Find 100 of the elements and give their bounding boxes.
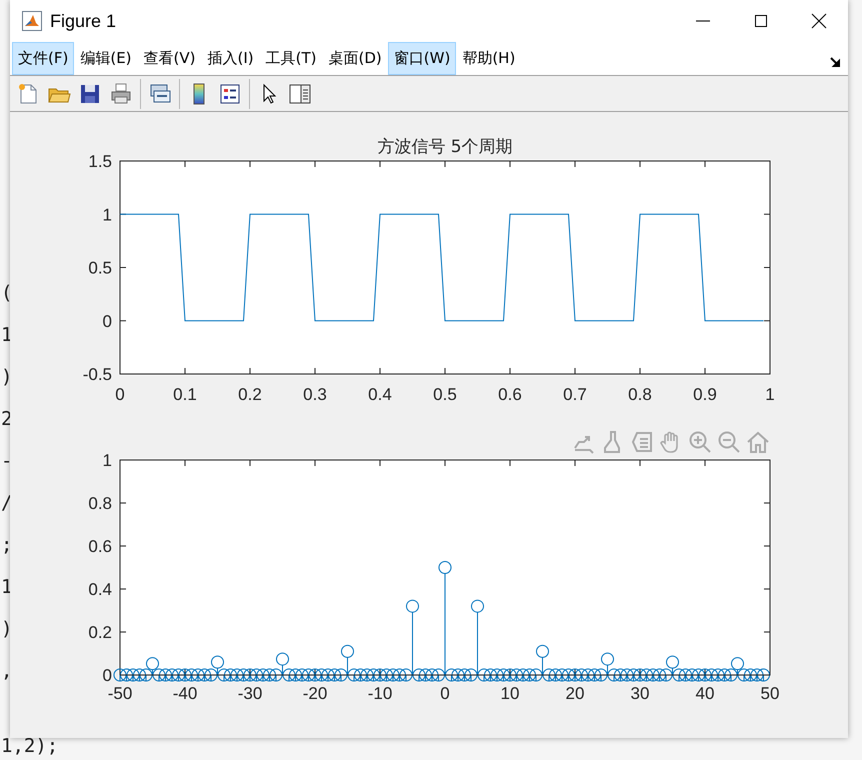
stem-marker bbox=[172, 668, 185, 682]
tick-label: 0.4 bbox=[368, 385, 392, 402]
stem-marker bbox=[562, 668, 575, 682]
stem-marker bbox=[634, 668, 646, 682]
stem-marker bbox=[718, 668, 731, 682]
tick-label: -20 bbox=[302, 684, 328, 703]
tick-label: 1 bbox=[102, 205, 112, 224]
stem-marker bbox=[712, 668, 724, 682]
tick-label: 0.6 bbox=[88, 537, 112, 556]
printer-icon[interactable] bbox=[109, 82, 133, 106]
code-text: ; bbox=[1, 533, 12, 558]
stem-marker bbox=[724, 668, 738, 682]
stem-marker bbox=[556, 668, 568, 682]
tick-label: 0.2 bbox=[238, 385, 262, 402]
code-text: / bbox=[1, 491, 12, 516]
stem-marker bbox=[237, 668, 250, 682]
tick-label: 1.5 bbox=[88, 152, 112, 171]
stem-marker bbox=[178, 668, 192, 682]
tick-label: 0.7 bbox=[563, 385, 587, 402]
code-text: 1,2); bbox=[1, 736, 58, 756]
stem-marker bbox=[490, 668, 504, 682]
stem-marker bbox=[140, 668, 152, 682]
stem-marker bbox=[510, 668, 523, 682]
tick-label: 0.5 bbox=[88, 258, 112, 278]
stem-marker bbox=[744, 668, 757, 682]
code-text: ) bbox=[1, 365, 12, 390]
stem-marker bbox=[582, 668, 594, 682]
tick-label: 0.6 bbox=[498, 385, 522, 402]
stem-marker bbox=[698, 668, 712, 682]
tick-label: 30 bbox=[630, 684, 650, 703]
stem-marker bbox=[497, 668, 510, 682]
tick-label: 0.2 bbox=[88, 623, 112, 642]
stem-marker bbox=[367, 668, 380, 682]
tick-label: -0.5 bbox=[82, 365, 112, 384]
tick-label: 1 bbox=[102, 451, 112, 470]
tick-label: 10 bbox=[500, 684, 520, 703]
tick-label: 0 bbox=[102, 312, 112, 331]
stem-marker bbox=[386, 668, 400, 682]
stem-marker bbox=[738, 668, 750, 682]
menu-item[interactable]: 插入(I) bbox=[202, 42, 260, 75]
stem-marker bbox=[575, 668, 588, 682]
stem-marker bbox=[620, 668, 634, 682]
tick-label: 0.1 bbox=[173, 385, 197, 402]
tick-label: 40 bbox=[696, 684, 714, 703]
menu-item[interactable]: 查看(V) bbox=[138, 42, 202, 75]
stem-marker bbox=[750, 668, 764, 682]
code-text: ) bbox=[1, 617, 12, 642]
stem-marker bbox=[250, 668, 263, 682]
tick-label: 0.8 bbox=[88, 494, 112, 513]
stem-marker bbox=[114, 668, 126, 682]
tick-label: -50 bbox=[108, 684, 132, 703]
menu-item[interactable]: 桌面(D) bbox=[322, 42, 388, 75]
tick-label: 0.3 bbox=[303, 385, 327, 402]
legend-icon[interactable] bbox=[218, 82, 242, 106]
menu-item[interactable]: 工具(T) bbox=[260, 42, 323, 75]
stem-marker bbox=[646, 668, 660, 682]
stem-marker bbox=[159, 668, 172, 682]
tick-label: -10 bbox=[368, 684, 392, 703]
zoom-in-icon[interactable] bbox=[688, 430, 712, 454]
stem-marker bbox=[126, 668, 140, 682]
chart-title: 方波信号 5个周期 bbox=[377, 137, 513, 157]
stem-marker bbox=[256, 668, 270, 682]
menu-item[interactable]: 窗口(W) bbox=[388, 42, 456, 75]
stem-marker bbox=[133, 668, 146, 682]
code-text: ( bbox=[1, 281, 12, 306]
stem-marker bbox=[516, 668, 530, 682]
zoom-out-icon[interactable] bbox=[717, 430, 741, 454]
tick-label: 1 bbox=[765, 385, 775, 402]
tick-label: 0.4 bbox=[88, 580, 112, 599]
peak-logo-icon bbox=[22, 11, 42, 31]
code-text: 1 bbox=[1, 323, 12, 348]
stem-marker bbox=[192, 668, 204, 682]
stem-marker bbox=[374, 668, 386, 682]
menu-item[interactable]: 帮助(H) bbox=[456, 42, 522, 75]
stem-marker bbox=[380, 668, 393, 682]
stem-marker bbox=[757, 668, 770, 682]
tick-label: -40 bbox=[172, 684, 198, 703]
stem-marker bbox=[308, 668, 322, 682]
stem-marker bbox=[166, 668, 178, 682]
menu-item[interactable]: 编辑(E) bbox=[74, 42, 138, 75]
stem-marker bbox=[627, 668, 640, 682]
stem-marker bbox=[504, 668, 516, 682]
tick-label: 0 bbox=[440, 684, 450, 703]
stem-marker bbox=[640, 668, 653, 682]
menu-item[interactable]: 文件(F) bbox=[12, 42, 74, 75]
stem-marker bbox=[302, 668, 315, 682]
linked-windows-icon[interactable] bbox=[148, 82, 172, 106]
stem-marker bbox=[185, 668, 198, 682]
stem-marker bbox=[322, 668, 334, 682]
tick-label: 0 bbox=[102, 666, 112, 685]
data-tips-icon[interactable] bbox=[630, 430, 654, 454]
stem-marker bbox=[152, 668, 166, 682]
close-icon bbox=[811, 13, 827, 29]
dock-arrow-icon[interactable] bbox=[830, 56, 842, 68]
home-icon[interactable] bbox=[746, 430, 770, 454]
tick-label: -30 bbox=[238, 684, 262, 703]
stem-marker bbox=[315, 668, 328, 682]
code-text: 1 bbox=[1, 575, 12, 600]
property-panel-icon[interactable] bbox=[288, 82, 312, 106]
stem-marker bbox=[230, 668, 244, 682]
